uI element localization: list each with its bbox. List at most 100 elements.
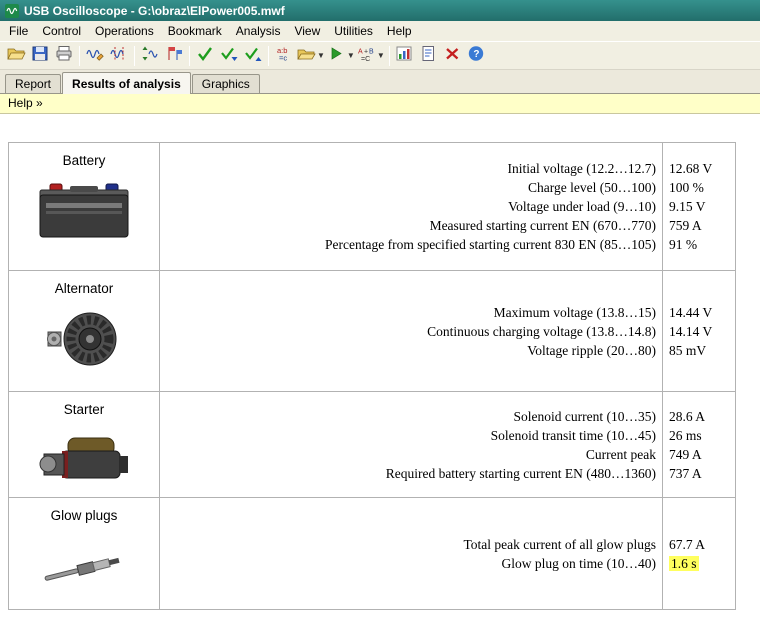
tab-graphics[interactable]: Graphics [192,74,260,93]
parameter-label: Maximum voltage (13.8…15) [160,303,656,322]
parameter-value: 85 mV [669,341,735,360]
tab-report[interactable]: Report [5,74,61,93]
graphics-button[interactable] [393,44,417,68]
parameters-cell: Solenoid current (10…35)Solenoid transit… [160,392,663,498]
menu-item-bookmark[interactable]: Bookmark [161,22,229,40]
save-button[interactable] [28,44,52,68]
scale-adjust-icon [141,45,160,67]
menubar: FileControlOperationsBookmarkAnalysisVie… [0,21,760,42]
check-down-button[interactable] [217,44,241,68]
help-bar: Help » [0,94,760,114]
results-table: BatteryInitial voltage (12.2…12.7)Charge… [8,142,736,610]
menu-item-file[interactable]: File [2,22,35,40]
parameter-label: Voltage ripple (20…80) [160,341,656,360]
waveform-ruler-button[interactable] [107,44,131,68]
menu-item-utilities[interactable]: Utilities [327,22,380,40]
help-link[interactable]: Help » [8,96,43,110]
value-text: 12.68 V [669,161,712,176]
menu-item-view[interactable]: View [287,22,327,40]
sum-button[interactable]: A+B=C▼ [356,44,386,68]
check-down-icon [220,45,239,67]
formula-icon: a:b=c [275,45,294,67]
value-text: 759 A [669,218,702,233]
marker-button[interactable] [162,44,186,68]
check-button[interactable] [193,44,217,68]
svg-text:+: + [364,48,368,55]
parameter-value: 737 A [669,464,735,483]
report-icon [419,45,438,67]
toolbar-separator [189,46,190,66]
chevron-down-icon: ▼ [317,51,325,60]
value-text: 28.6 A [669,409,705,424]
app-icon [5,4,19,18]
values-cell: 12.68 V100 %9.15 V759 A91 % [663,143,736,271]
value-text: 26 ms [669,428,702,443]
window-title: USB Oscilloscope - G:\obraz\ElPower005.m… [24,4,285,18]
parameter-label: Voltage under load (9…10) [160,197,656,216]
tab-bar: ReportResults of analysisGraphics [0,70,760,94]
component-row: AlternatorMaximum voltage (13.8…15)Conti… [9,271,736,392]
toolbar-separator [389,46,390,66]
parameter-label: Solenoid transit time (10…45) [160,426,656,445]
check-up-button[interactable] [241,44,265,68]
parameter-label: Initial voltage (12.2…12.7) [160,159,656,178]
values-cell: 67.7 A 1.6 s [663,498,736,610]
graphics-icon [395,45,414,67]
formula-run-button[interactable]: ▼ [326,44,356,68]
component-row: StarterSolenoid current (10…35)Solenoid … [9,392,736,498]
component-cell: Glow plugs [9,498,160,610]
parameter-label: Total peak current of all glow plugs [160,535,656,554]
svg-text:?: ? [474,49,480,60]
parameter-label: Solenoid current (10…35) [160,407,656,426]
menu-item-control[interactable]: Control [35,22,88,40]
open-button[interactable] [4,44,28,68]
parameter-label: Measured starting current EN (670…770) [160,216,656,235]
parameters-cell: Total peak current of all glow plugsGlow… [160,498,663,610]
help-button[interactable]: ? [465,44,489,68]
print-icon [55,45,74,67]
component-row: Glow plugsTotal peak current of all glow… [9,498,736,610]
starter-icon [9,425,159,492]
svg-text:=C: =C [361,56,370,62]
parameter-value: 749 A [669,445,735,464]
report-button[interactable] [417,44,441,68]
print-button[interactable] [52,44,76,68]
menu-item-help[interactable]: Help [380,22,419,40]
formula-open-button[interactable]: ▼ [296,44,326,68]
chevron-down-icon: ▼ [347,51,355,60]
component-cell: Alternator [9,271,160,392]
check-icon [196,45,215,67]
scale-adjust-button[interactable] [138,44,162,68]
highlighted-value: 1.6 s [669,556,699,571]
value-text: 737 A [669,466,702,481]
component-name: Glow plugs [9,508,159,523]
alternator-icon [9,304,159,375]
formula-button[interactable]: a:b=c [272,44,296,68]
component-name: Alternator [9,281,159,296]
component-cell: Starter [9,392,160,498]
marker-icon [165,45,184,67]
parameter-value: 14.44 V [669,303,735,322]
delete-button[interactable] [441,44,465,68]
tab-results-of-analysis[interactable]: Results of analysis [62,72,191,94]
parameter-label: Required battery starting current EN (48… [160,464,656,483]
app-window: USB Oscilloscope - G:\obraz\ElPower005.m… [0,0,760,634]
results-area: BatteryInitial voltage (12.2…12.7)Charge… [0,114,760,634]
formula-run-icon [327,45,346,67]
sum-icon: A+B=C [357,45,376,67]
value-text: 67.7 A [669,537,705,552]
value-text: 14.44 V [669,305,712,320]
value-text: 85 mV [669,343,706,358]
delete-icon [443,45,462,67]
glowplug-icon [9,531,159,594]
parameters-cell: Maximum voltage (13.8…15)Continuous char… [160,271,663,392]
waveform-pencil-button[interactable] [83,44,107,68]
menu-item-operations[interactable]: Operations [88,22,161,40]
waveform-ruler-icon [110,45,129,67]
menu-item-analysis[interactable]: Analysis [229,22,288,40]
value-text: 749 A [669,447,702,462]
values-cell: 28.6 A 26 ms 749 A 737 A [663,392,736,498]
battery-icon [9,176,159,245]
open-icon [7,45,26,67]
check-up-icon [244,45,263,67]
